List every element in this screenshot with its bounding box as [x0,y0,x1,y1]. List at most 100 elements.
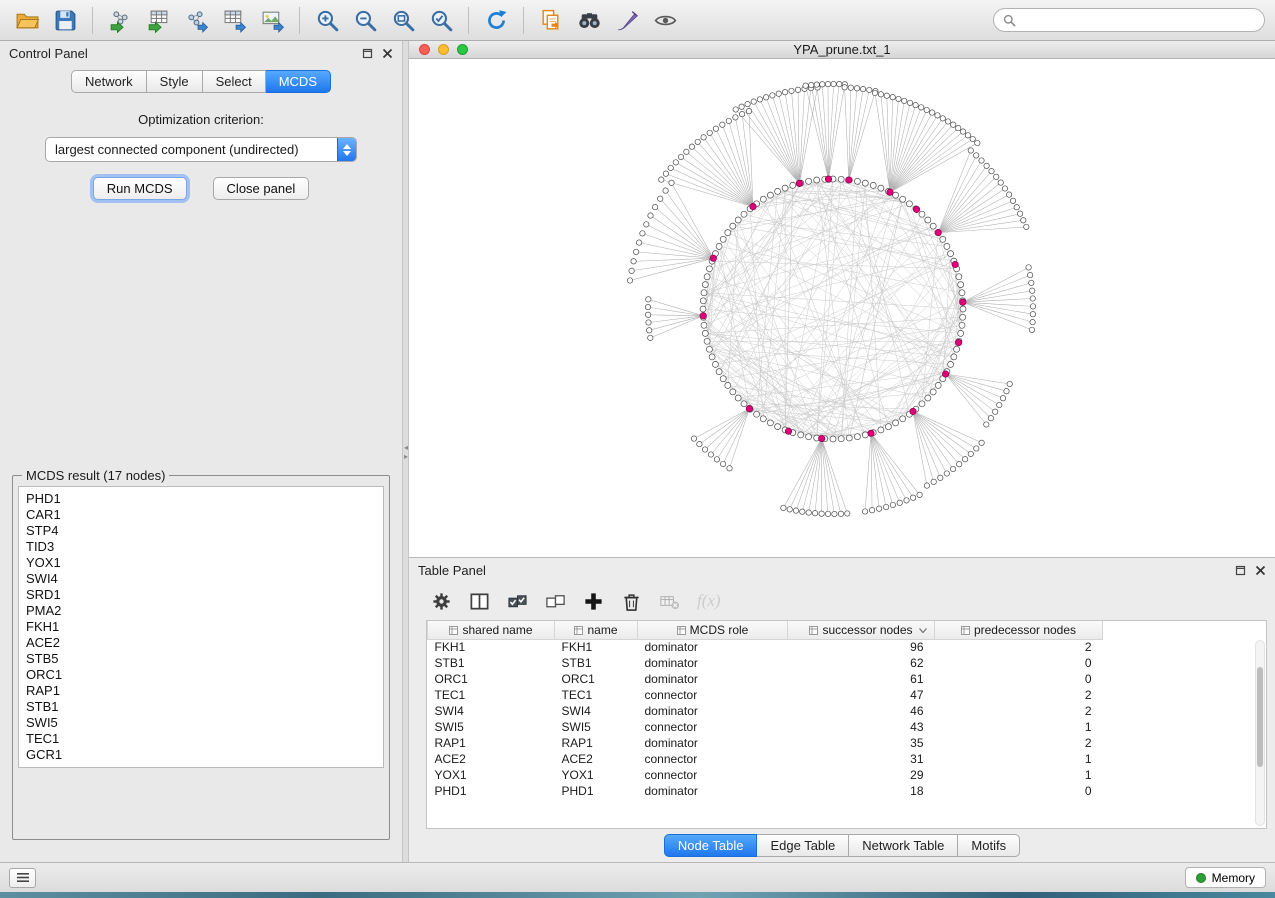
network-graph[interactable] [409,59,1275,557]
mcds-result-item[interactable]: YOX1 [26,555,376,571]
table-cell[interactable]: RAP1 [428,735,555,751]
table-cell[interactable]: ACE2 [428,751,555,767]
mcds-result-item[interactable]: TEC1 [26,731,376,747]
float-panel-icon[interactable] [362,48,373,59]
table-row[interactable]: SWI5SWI5connector431 [428,719,1255,735]
show-columns-button[interactable] [469,591,490,612]
tab-select[interactable]: Select [203,70,266,93]
table-tab-edge-table[interactable]: Edge Table [757,834,849,857]
table-cell[interactable]: SWI4 [555,703,638,719]
table-vertical-scrollbar[interactable] [1255,640,1265,826]
mcds-result-item[interactable]: FKH1 [26,619,376,635]
table-row[interactable]: STB1STB1dominator620 [428,655,1255,671]
search-box[interactable] [993,8,1265,32]
table-cell[interactable]: dominator [638,671,788,687]
close-panel-icon[interactable] [382,48,393,59]
zoom-in-button[interactable] [310,3,344,37]
table-cell[interactable]: 0 [935,671,1103,687]
float-panel-icon[interactable] [1235,565,1246,576]
table-cell[interactable]: YOX1 [555,767,638,783]
table-cell[interactable]: 96 [788,639,935,655]
table-cell[interactable]: 1 [935,719,1103,735]
table-cell[interactable]: 47 [788,687,935,703]
mcds-result-item[interactable]: CAR1 [26,507,376,523]
memory-button[interactable]: Memory [1185,867,1266,888]
table-cell[interactable]: SWI5 [555,719,638,735]
show-hide-button[interactable] [648,3,682,37]
mcds-result-item[interactable]: STB5 [26,651,376,667]
open-session-button[interactable] [10,3,44,37]
table-cell[interactable]: TEC1 [428,687,555,703]
table-cell[interactable]: 43 [788,719,935,735]
delete-column-button[interactable] [621,591,642,612]
save-session-button[interactable] [48,3,82,37]
table-cell[interactable]: ACE2 [555,751,638,767]
table-cell[interactable]: STB1 [555,655,638,671]
table-cell[interactable]: FKH1 [555,639,638,655]
zoom-fit-button[interactable] [386,3,420,37]
table-cell[interactable]: YOX1 [428,767,555,783]
export-image-button[interactable] [255,3,289,37]
table-cell[interactable]: 29 [788,767,935,783]
refresh-button[interactable] [479,3,513,37]
mcds-result-item[interactable]: SWI5 [26,715,376,731]
mcds-result-item[interactable]: TID3 [26,539,376,555]
tab-network[interactable]: Network [71,70,147,93]
close-panel-button[interactable]: Close panel [213,177,310,200]
zoom-out-button[interactable] [348,3,382,37]
mcds-result-item[interactable]: PMA2 [26,603,376,619]
table-cell[interactable]: RAP1 [555,735,638,751]
status-menu-button[interactable] [9,868,36,888]
table-row[interactable]: TEC1TEC1connector472 [428,687,1255,703]
column-header-shared-name[interactable]: shared name [428,621,555,639]
table-settings-button[interactable] [431,591,452,612]
table-cell[interactable]: 61 [788,671,935,687]
column-header-successor-nodes[interactable]: successor nodes [788,621,935,639]
export-network-button[interactable] [179,3,213,37]
table-cell[interactable]: 31 [788,751,935,767]
mcds-result-item[interactable]: ACE2 [26,635,376,651]
import-table-button[interactable] [141,3,175,37]
table-row[interactable]: PHD1PHD1dominator180 [428,783,1255,799]
table-cell[interactable]: connector [638,719,788,735]
table-tab-network-table[interactable]: Network Table [849,834,958,857]
table-row[interactable]: SWI4SWI4dominator462 [428,703,1255,719]
table-cell[interactable]: dominator [638,703,788,719]
table-cell[interactable]: dominator [638,735,788,751]
table-cell[interactable]: 0 [935,655,1103,671]
table-cell[interactable]: 18 [788,783,935,799]
scrollbar-thumb[interactable] [1257,667,1263,767]
table-cell[interactable]: SWI4 [428,703,555,719]
style-button[interactable] [610,3,644,37]
mcds-result-item[interactable]: SWI4 [26,571,376,587]
panel-split-divider[interactable]: ◂▸ [402,41,409,862]
table-cell[interactable]: dominator [638,783,788,799]
optimization-criterion-dropdown[interactable]: largest connected component (undirected) [45,137,357,162]
zoom-selected-button[interactable] [424,3,458,37]
table-row[interactable]: ORC1ORC1dominator610 [428,671,1255,687]
table-cell[interactable]: PHD1 [428,783,555,799]
export-table-button[interactable] [217,3,251,37]
table-cell[interactable]: 2 [935,703,1103,719]
mcds-result-item[interactable]: STP4 [26,523,376,539]
table-cell[interactable]: dominator [638,655,788,671]
table-cell[interactable]: 35 [788,735,935,751]
table-cell[interactable]: 1 [935,751,1103,767]
first-neighbors-button[interactable] [572,3,606,37]
table-cell[interactable]: 2 [935,735,1103,751]
table-row[interactable]: YOX1YOX1connector291 [428,767,1255,783]
divider-grip-icon[interactable]: ◂▸ [404,443,408,461]
column-header-name[interactable]: name [555,621,638,639]
tab-mcds[interactable]: MCDS [266,70,331,93]
table-row[interactable]: FKH1FKH1dominator962 [428,639,1255,655]
search-input[interactable] [1022,13,1255,28]
table-cell[interactable]: 1 [935,767,1103,783]
mcds-result-item[interactable]: STB1 [26,699,376,715]
deselect-all-columns-button[interactable] [545,591,566,612]
tab-style[interactable]: Style [147,70,203,93]
table-tab-node-table[interactable]: Node Table [664,834,758,857]
mcds-result-list[interactable]: PHD1CAR1STP4TID3YOX1SWI4SRD1PMA2FKH1ACE2… [18,486,384,768]
window-minimize-button[interactable] [438,44,449,55]
table-row[interactable]: ACE2ACE2connector311 [428,751,1255,767]
mcds-result-item[interactable]: ORC1 [26,667,376,683]
